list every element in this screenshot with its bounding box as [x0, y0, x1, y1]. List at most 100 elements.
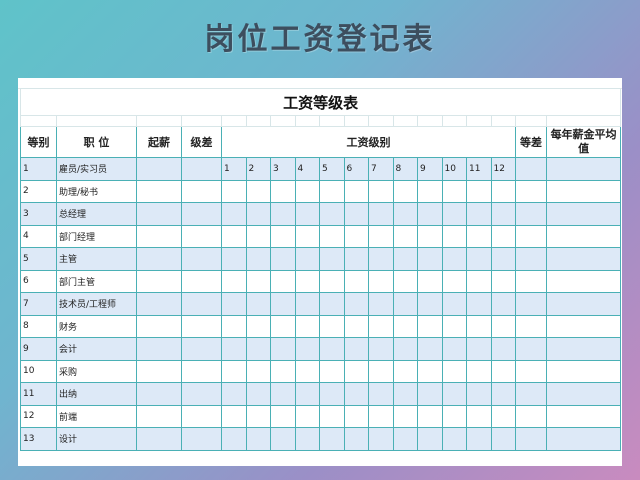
annual-average-cell[interactable]: [545, 224, 622, 248]
pay-level-cell[interactable]: [368, 427, 394, 451]
pay-level-cell[interactable]: [417, 404, 443, 428]
pay-level-cell[interactable]: [221, 292, 247, 316]
pay-level-cell[interactable]: [245, 314, 271, 338]
pay-level-cell[interactable]: [368, 202, 394, 226]
pay-level-cell[interactable]: [417, 269, 443, 293]
pay-level-cell[interactable]: [466, 314, 492, 338]
step-diff-cell[interactable]: [181, 427, 222, 451]
annual-average-cell[interactable]: [545, 382, 622, 406]
grade-diff-cell[interactable]: [515, 314, 547, 338]
pay-level-cell[interactable]: [343, 337, 369, 361]
starting-pay-cell[interactable]: [136, 202, 182, 226]
pay-level-cell[interactable]: [245, 292, 271, 316]
starting-pay-cell[interactable]: [136, 404, 182, 428]
grade-diff-cell[interactable]: [515, 269, 547, 293]
pay-level-cell[interactable]: [294, 359, 320, 383]
pay-level-cell[interactable]: [466, 224, 492, 248]
position-cell[interactable]: 会计: [56, 337, 137, 361]
pay-level-cell[interactable]: [368, 179, 394, 203]
position-cell[interactable]: 部门经理: [56, 224, 137, 248]
pay-level-cell[interactable]: [294, 179, 320, 203]
pay-level-cell[interactable]: [245, 202, 271, 226]
grade-cell[interactable]: 2: [20, 179, 57, 203]
grade-cell[interactable]: 3: [20, 202, 57, 226]
pay-level-cell[interactable]: [221, 202, 247, 226]
annual-average-cell[interactable]: [545, 337, 622, 361]
pay-level-cell[interactable]: [319, 269, 345, 293]
grade-diff-cell[interactable]: [515, 337, 547, 361]
pay-level-cell[interactable]: [490, 292, 516, 316]
grade-cell[interactable]: 5: [20, 247, 57, 271]
step-diff-cell[interactable]: [181, 359, 222, 383]
pay-level-cell[interactable]: [343, 292, 369, 316]
pay-level-cell[interactable]: [392, 359, 418, 383]
grade-diff-cell[interactable]: [515, 292, 547, 316]
grade-cell[interactable]: 7: [20, 292, 57, 316]
pay-level-cell[interactable]: [368, 337, 394, 361]
starting-pay-cell[interactable]: [136, 337, 182, 361]
step-diff-cell[interactable]: [181, 404, 222, 428]
pay-level-cell[interactable]: [294, 337, 320, 361]
pay-level-cell[interactable]: [441, 247, 467, 271]
annual-average-cell[interactable]: [545, 269, 622, 293]
pay-level-cell[interactable]: [270, 247, 296, 271]
pay-level-cell[interactable]: [270, 427, 296, 451]
position-cell[interactable]: 财务: [56, 314, 137, 338]
pay-level-cell[interactable]: [245, 337, 271, 361]
starting-pay-cell[interactable]: [136, 382, 182, 406]
pay-level-cell[interactable]: [441, 179, 467, 203]
grade-diff-cell[interactable]: [515, 202, 547, 226]
position-cell[interactable]: 雇员/实习员: [56, 157, 137, 181]
pay-level-cell[interactable]: [417, 314, 443, 338]
pay-level-cell[interactable]: [343, 179, 369, 203]
pay-level-cell[interactable]: [392, 314, 418, 338]
position-cell[interactable]: 部门主管: [56, 269, 137, 293]
pay-level-cell[interactable]: [245, 359, 271, 383]
starting-pay-cell[interactable]: [136, 224, 182, 248]
pay-level-cell[interactable]: [294, 314, 320, 338]
pay-level-cell[interactable]: [221, 359, 247, 383]
pay-level-cell[interactable]: 4: [294, 157, 320, 181]
step-diff-cell[interactable]: [181, 247, 222, 271]
position-cell[interactable]: 助理/秘书: [56, 179, 137, 203]
pay-level-cell[interactable]: [417, 247, 443, 271]
pay-level-cell[interactable]: [368, 224, 394, 248]
step-diff-cell[interactable]: [181, 382, 222, 406]
pay-level-cell[interactable]: [221, 427, 247, 451]
pay-level-cell[interactable]: [490, 337, 516, 361]
pay-level-cell[interactable]: [417, 202, 443, 226]
pay-level-cell[interactable]: [490, 314, 516, 338]
grade-cell[interactable]: 6: [20, 269, 57, 293]
pay-level-cell[interactable]: [392, 337, 418, 361]
pay-level-cell[interactable]: [392, 427, 418, 451]
pay-level-cell[interactable]: [270, 404, 296, 428]
pay-level-cell[interactable]: [417, 292, 443, 316]
pay-level-cell[interactable]: [490, 224, 516, 248]
pay-level-cell[interactable]: 5: [319, 157, 345, 181]
pay-level-cell[interactable]: [221, 224, 247, 248]
step-diff-cell[interactable]: [181, 202, 222, 226]
grade-diff-cell[interactable]: [515, 157, 547, 181]
grade-cell[interactable]: 8: [20, 314, 57, 338]
pay-level-cell[interactable]: [319, 427, 345, 451]
pay-level-cell[interactable]: [221, 382, 247, 406]
pay-level-cell[interactable]: [368, 382, 394, 406]
pay-level-cell[interactable]: [466, 337, 492, 361]
pay-level-cell[interactable]: [441, 224, 467, 248]
pay-level-cell[interactable]: [270, 179, 296, 203]
grade-diff-cell[interactable]: [515, 427, 547, 451]
pay-level-cell[interactable]: [319, 359, 345, 383]
pay-level-cell[interactable]: [368, 314, 394, 338]
step-diff-cell[interactable]: [181, 224, 222, 248]
pay-level-cell[interactable]: [441, 269, 467, 293]
pay-level-cell[interactable]: [343, 202, 369, 226]
pay-level-cell[interactable]: 7: [368, 157, 394, 181]
pay-level-cell[interactable]: [343, 427, 369, 451]
step-diff-cell[interactable]: [181, 269, 222, 293]
annual-average-cell[interactable]: [545, 202, 622, 226]
annual-average-cell[interactable]: [545, 247, 622, 271]
pay-level-cell[interactable]: [368, 404, 394, 428]
pay-level-cell[interactable]: [245, 404, 271, 428]
pay-level-cell[interactable]: [466, 202, 492, 226]
pay-level-cell[interactable]: [270, 269, 296, 293]
